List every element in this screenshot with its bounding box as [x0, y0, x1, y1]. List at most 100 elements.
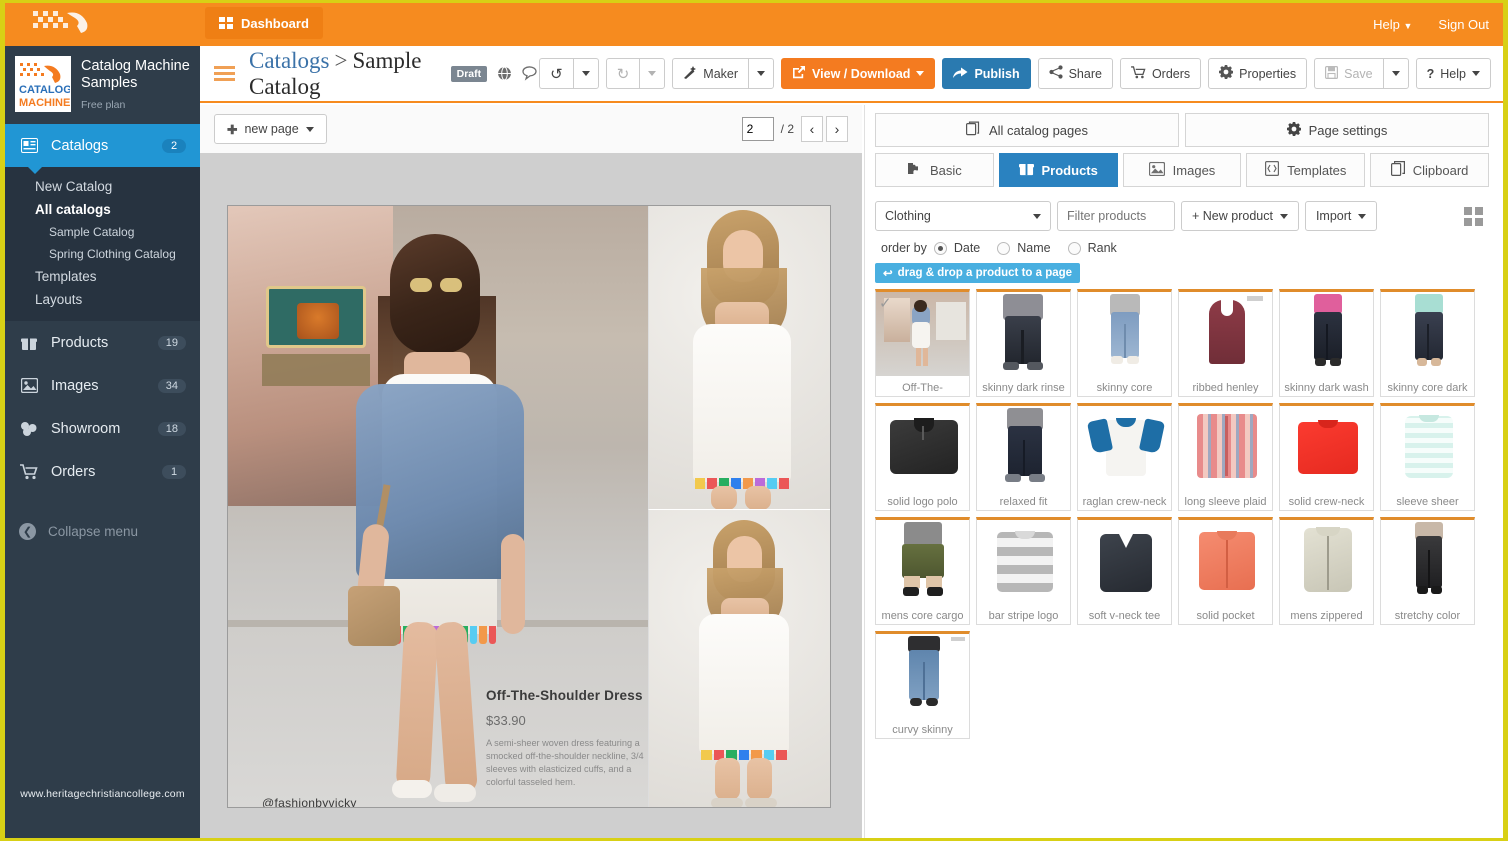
order-by-label: order by	[881, 241, 927, 255]
properties-button[interactable]: Properties	[1208, 58, 1308, 89]
status-badge: Draft	[450, 65, 488, 82]
page-product-text[interactable]: Off-The-Shoulder Dress $33.90 A semi-she…	[486, 688, 644, 789]
canvas-area: ✚ new page / 2 ‹ ›	[200, 105, 862, 838]
page-photo-main[interactable]: Off-The-Shoulder Dress $33.90 A semi-she…	[228, 206, 648, 807]
undo-button[interactable]: ↺	[539, 58, 573, 89]
tab-basic[interactable]: Basic	[875, 153, 994, 187]
cart-icon	[19, 463, 39, 480]
share-label: Share	[1068, 66, 1102, 81]
product-card[interactable]: long sleeve plaid	[1178, 403, 1273, 511]
save-button[interactable]: Save	[1314, 58, 1383, 89]
submenu-sample-catalog[interactable]: Sample Catalog	[5, 221, 200, 243]
publish-button[interactable]: Publish	[942, 58, 1031, 89]
submenu-templates[interactable]: Templates	[5, 265, 200, 288]
sidebar-item-showroom[interactable]: Showroom 18	[5, 407, 200, 450]
canvas-viewport[interactable]: Off-The-Shoulder Dress $33.90 A semi-she…	[200, 153, 862, 838]
tab-products[interactable]: Products	[998, 153, 1118, 187]
product-card[interactable]: raglan crew-neck	[1077, 403, 1172, 511]
filter-products-input[interactable]	[1057, 201, 1175, 231]
help-label: Help	[1440, 66, 1466, 81]
sign-out-link[interactable]: Sign Out	[1438, 17, 1489, 32]
page-photo-bottom[interactable]	[648, 509, 830, 807]
submenu-layouts[interactable]: Layouts	[5, 288, 200, 311]
comment-icon[interactable]	[522, 66, 539, 81]
page-photo-top[interactable]	[648, 206, 830, 509]
collapse-menu-button[interactable]: ❮ Collapse menu	[5, 511, 200, 551]
redo-dropdown-button[interactable]	[639, 58, 666, 89]
order-label-rank[interactable]: Rank	[1088, 241, 1117, 255]
sidebar-item-images[interactable]: Images 34	[5, 364, 200, 407]
order-radio-name[interactable]	[997, 241, 1011, 255]
model-leg-right	[434, 621, 478, 795]
product-card[interactable]: solid pocket	[1178, 517, 1273, 625]
product-card[interactable]: skinny core dark	[1380, 289, 1475, 397]
dashboard-button[interactable]: Dashboard	[205, 7, 323, 39]
catalog-page[interactable]: Off-The-Shoulder Dress $33.90 A semi-she…	[227, 205, 831, 808]
product-price: $33.90	[486, 713, 526, 728]
import-button[interactable]: Import	[1304, 201, 1378, 231]
order-label-date[interactable]: Date	[954, 241, 980, 255]
save-dropdown-button[interactable]	[1382, 58, 1409, 89]
page-toolbar: ✚ new page / 2 ‹ ›	[200, 105, 862, 153]
maker-button[interactable]: Maker	[672, 58, 749, 89]
product-card[interactable]: curvy skinny	[875, 631, 970, 739]
category-select[interactable]: Clothing	[875, 201, 1051, 231]
globe-icon[interactable]	[497, 66, 512, 81]
hamburger-icon[interactable]	[214, 66, 235, 81]
new-page-button[interactable]: ✚ new page	[214, 114, 327, 144]
tab-clipboard[interactable]: Clipboard	[1370, 153, 1489, 187]
order-radio-rank[interactable]	[1067, 241, 1081, 255]
product-card[interactable]: skinny dark rinse	[976, 289, 1071, 397]
breadcrumb-root[interactable]: Catalogs	[249, 48, 330, 73]
svg-text:CATALOG: CATALOG	[19, 84, 70, 96]
product-card[interactable]: skinny core	[1077, 289, 1172, 397]
product-card[interactable]: mens zippered	[1279, 517, 1374, 625]
orders-button[interactable]: Orders	[1119, 58, 1202, 89]
submenu-spring-clothing-catalog[interactable]: Spring Clothing Catalog	[5, 243, 200, 265]
product-name: soft v-neck tee	[1088, 610, 1161, 622]
product-card[interactable]: ribbed henley	[1178, 289, 1273, 397]
maker-dropdown-button[interactable]	[748, 58, 775, 89]
product-card[interactable]: stretchy color	[1380, 517, 1475, 625]
help-button[interactable]: ? Help	[1415, 58, 1491, 89]
tab-all-catalog-pages[interactable]: All catalog pages	[875, 113, 1179, 147]
product-card[interactable]: bar stripe logo	[976, 517, 1071, 625]
submenu-new-catalog[interactable]: New Catalog	[5, 175, 200, 198]
tab-page-settings[interactable]: Page settings	[1185, 113, 1489, 147]
product-card[interactable]: sleeve sheer	[1380, 403, 1475, 511]
product-card[interactable]: skinny dark wash	[1279, 289, 1374, 397]
tab-templates[interactable]: Templates	[1246, 153, 1366, 187]
product-card[interactable]: ✓ Off-The-	[875, 289, 970, 397]
product-card[interactable]: solid crew-neck	[1279, 403, 1374, 511]
order-label-name[interactable]: Name	[1017, 241, 1050, 255]
product-thumbnail	[977, 406, 1070, 490]
top-bar-right: Help ▼ Sign Out	[1373, 3, 1489, 46]
view-download-button[interactable]: View / Download	[781, 58, 936, 89]
product-thumbnail	[1078, 520, 1171, 604]
share-button[interactable]: Share	[1037, 58, 1113, 89]
product-name: bar stripe logo	[988, 610, 1059, 622]
grid-icon	[219, 17, 233, 29]
order-radio-date[interactable]	[933, 241, 947, 255]
sidebar-item-catalogs[interactable]: Catalogs 2	[5, 124, 200, 174]
next-page-button[interactable]: ›	[826, 116, 848, 142]
model3-shoe-right	[745, 798, 777, 807]
tab-images[interactable]: Images	[1122, 153, 1242, 187]
sidebar-item-orders[interactable]: Orders 1	[5, 450, 200, 493]
dashboard-label: Dashboard	[241, 15, 309, 31]
product-thumbnail	[876, 406, 969, 490]
undo-dropdown-button[interactable]	[572, 58, 599, 89]
prev-page-button[interactable]: ‹	[801, 116, 823, 142]
product-card[interactable]: mens core cargo	[875, 517, 970, 625]
grid-view-icon[interactable]	[1464, 206, 1483, 226]
page-number-input[interactable]	[741, 117, 774, 141]
sidebar-item-products[interactable]: Products 19	[5, 321, 200, 364]
product-card[interactable]: relaxed fit	[976, 403, 1071, 511]
submenu-all-catalogs[interactable]: All catalogs	[5, 198, 200, 221]
help-menu[interactable]: Help ▼	[1373, 17, 1412, 32]
category-value: Clothing	[885, 209, 931, 223]
product-card[interactable]: solid logo polo	[875, 403, 970, 511]
new-product-button[interactable]: + New product	[1181, 201, 1299, 231]
product-card[interactable]: soft v-neck tee	[1077, 517, 1172, 625]
redo-button[interactable]: ↻	[605, 58, 640, 89]
